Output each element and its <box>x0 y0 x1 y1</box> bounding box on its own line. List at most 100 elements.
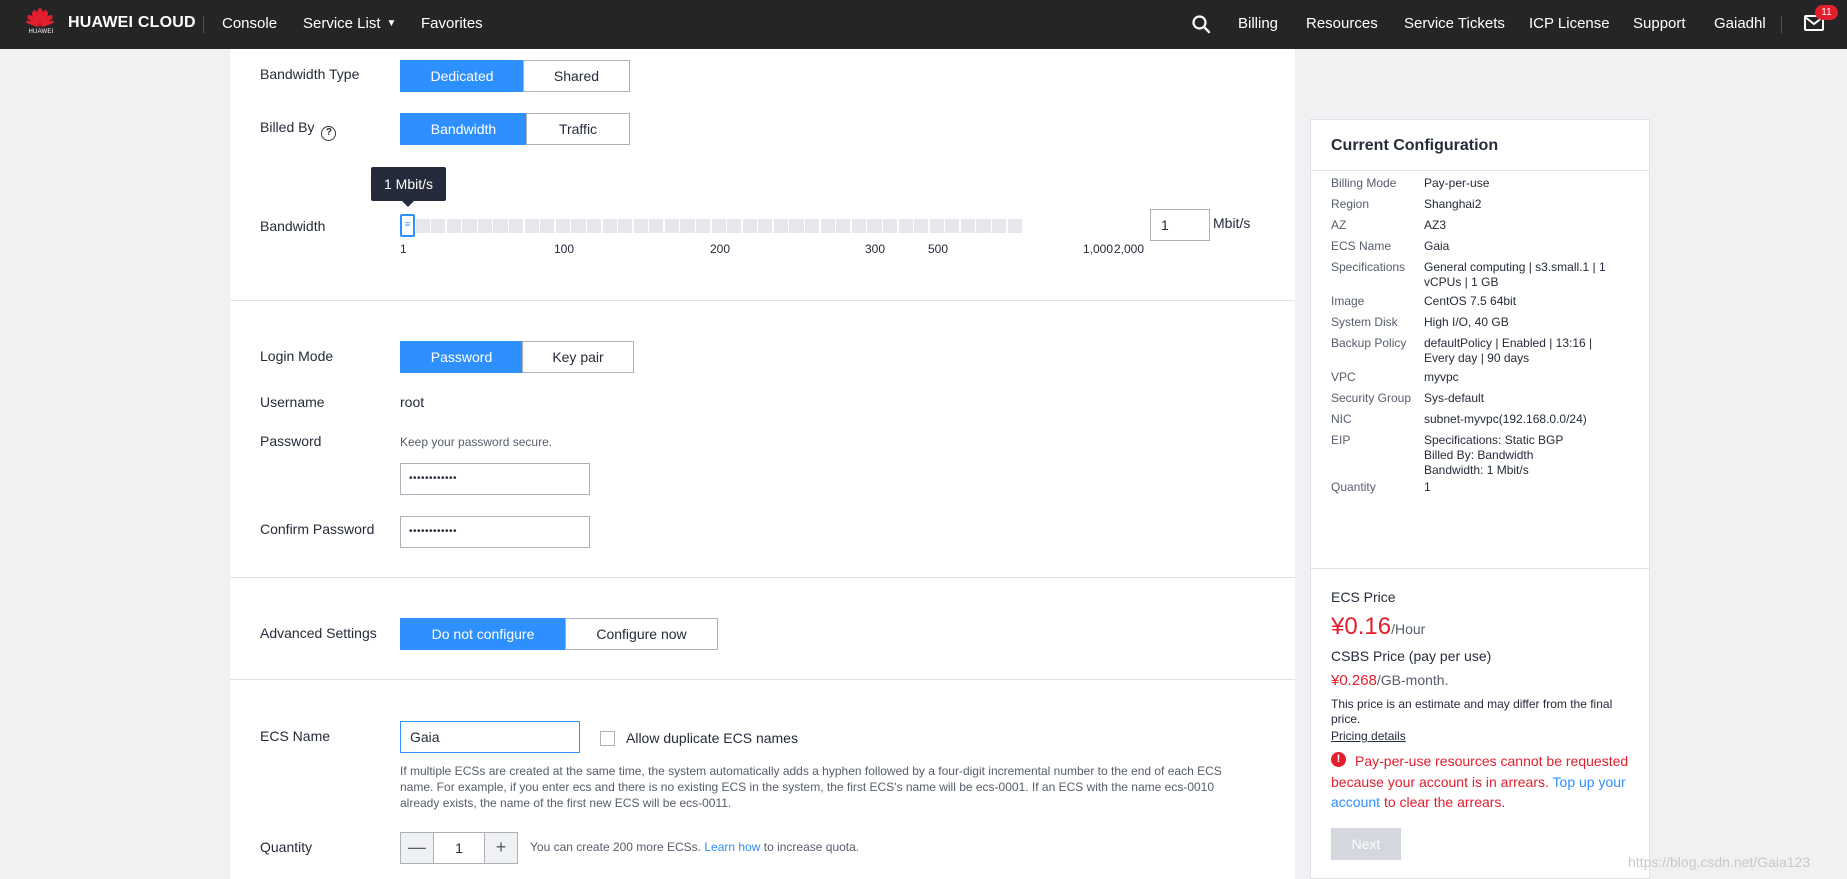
huawei-logo[interactable]: HUAWEI <box>26 8 56 40</box>
billed-by-traffic-button[interactable]: Traffic <box>526 113 630 145</box>
slider-segment[interactable] <box>649 219 664 233</box>
advanced-settings-selector: Do not configure Configure now <box>400 618 718 650</box>
nav-icp-license[interactable]: ICP License <box>1529 15 1610 32</box>
nav-service-list[interactable]: Service List ▼ <box>303 15 396 32</box>
slider-segment[interactable] <box>820 219 835 233</box>
slider-segment[interactable] <box>571 219 586 233</box>
slider-segment[interactable] <box>867 219 882 233</box>
nav-resources[interactable]: Resources <box>1306 15 1378 32</box>
logo-text: HUAWEI <box>28 29 54 35</box>
slider-segment[interactable] <box>477 219 493 233</box>
config-key: Quantity <box>1331 480 1376 494</box>
ecs-price-amount: ¥0.16 <box>1331 613 1392 640</box>
slider-segment[interactable] <box>602 219 617 233</box>
login-mode-password-button[interactable]: Password <box>400 341 523 373</box>
password-field[interactable]: •••••••••••• <box>400 463 590 495</box>
slider-segment[interactable] <box>509 219 524 233</box>
slider-segment[interactable] <box>618 219 633 233</box>
slider-segment[interactable] <box>914 219 929 233</box>
pricing-details-link[interactable]: Pricing details <box>1331 729 1406 743</box>
nav-favorites[interactable]: Favorites <box>421 15 483 32</box>
slider-segment[interactable] <box>555 219 570 233</box>
bandwidth-type-shared-button[interactable]: Shared <box>523 60 630 92</box>
nav-billing[interactable]: Billing <box>1238 15 1278 32</box>
slider-segment[interactable] <box>805 219 820 233</box>
configure-now-button[interactable]: Configure now <box>565 618 718 650</box>
next-button[interactable]: Next <box>1331 828 1401 860</box>
nav-support[interactable]: Support <box>1633 15 1686 32</box>
config-key: Security Group <box>1331 391 1412 405</box>
slider-segment[interactable] <box>836 219 851 233</box>
slider-segment[interactable] <box>695 219 711 233</box>
help-icon[interactable]: ? <box>321 126 337 141</box>
slider-segment[interactable] <box>882 219 898 233</box>
slider-segment[interactable] <box>742 219 757 233</box>
estimate-note: This price is an estimate and may differ… <box>1331 697 1613 726</box>
slider-segment[interactable] <box>633 219 648 233</box>
brand-name[interactable]: HUAWEI CLOUD <box>68 14 196 32</box>
quantity-value[interactable]: 1 <box>433 833 485 863</box>
slider-segment[interactable] <box>898 219 913 233</box>
nav-user-menu[interactable]: Gaiadhl <box>1714 15 1766 32</box>
bandwidth-unit: Mbit/s <box>1213 215 1251 231</box>
slider-segment[interactable] <box>446 219 461 233</box>
slider-segment[interactable] <box>929 219 944 233</box>
csbs-price: ¥0.268/GB-month. <box>1331 672 1448 690</box>
slider-segment[interactable] <box>945 219 960 233</box>
config-value: General computing | s3.small.1 | 1 vCPUs… <box>1424 260 1606 289</box>
slider-segment[interactable] <box>431 219 446 233</box>
ecs-name-input[interactable]: Gaia <box>400 721 580 753</box>
config-row: AZ AZ3 <box>1331 218 1631 233</box>
slider-segment[interactable] <box>991 219 1007 233</box>
slider-segment[interactable] <box>493 219 508 233</box>
mail-count-badge: 11 <box>1815 5 1838 20</box>
nav-service-tickets[interactable]: Service Tickets <box>1404 15 1505 32</box>
allow-duplicate-names-checkbox[interactable] <box>600 731 615 746</box>
nav-service-list-label: Service List <box>303 15 381 32</box>
slider-segment[interactable] <box>664 219 680 233</box>
bandwidth-type-dedicated-button[interactable]: Dedicated <box>400 60 524 92</box>
config-key: Region <box>1331 197 1370 211</box>
config-key: ECS Name <box>1331 239 1392 253</box>
bandwidth-slider-track[interactable] <box>400 219 1022 233</box>
billed-by-bandwidth-button[interactable]: Bandwidth <box>400 113 527 145</box>
bandwidth-input[interactable]: 1 <box>1150 209 1210 241</box>
slider-segment[interactable] <box>540 219 555 233</box>
do-not-configure-button[interactable]: Do not configure <box>400 618 566 650</box>
config-row: Security Group Sys-default <box>1331 391 1631 406</box>
quota-text: You can create 200 more ECSs. <box>530 840 701 854</box>
nav-divider <box>203 16 204 33</box>
slider-segment[interactable] <box>680 219 695 233</box>
slider-segment[interactable] <box>851 219 866 233</box>
config-value: myvpc <box>1424 370 1459 384</box>
slider-segment[interactable] <box>758 219 773 233</box>
csbs-price-unit: /GB-month. <box>1376 672 1449 688</box>
slider-segment[interactable] <box>727 219 742 233</box>
nav-console[interactable]: Console <box>222 15 277 32</box>
slider-segment[interactable] <box>711 219 726 233</box>
config-row: ECS Name Gaia <box>1331 239 1631 254</box>
slider-tick: 2,000 <box>1114 242 1145 256</box>
decrement-button[interactable]: — <box>401 833 433 863</box>
slider-segment[interactable] <box>789 219 804 233</box>
bandwidth-slider-handle[interactable]: ≡ <box>400 214 415 237</box>
slider-segment[interactable] <box>586 219 602 233</box>
slider-tick: 300 <box>865 242 886 256</box>
search-icon[interactable] <box>1191 14 1211 34</box>
config-value: High I/O, 40 GB <box>1424 315 1509 329</box>
slider-segment[interactable] <box>1007 219 1022 233</box>
slider-segment[interactable] <box>524 219 539 233</box>
confirm-password-field[interactable]: •••••••••••• <box>400 516 590 548</box>
bandwidth-type-selector: Dedicated Shared <box>400 60 630 92</box>
ecs-name-label: ECS Name <box>260 728 331 744</box>
login-mode-key-pair-button[interactable]: Key pair <box>522 341 634 373</box>
slider-segment[interactable] <box>976 219 991 233</box>
increment-button[interactable]: + <box>485 833 517 863</box>
slider-segment[interactable] <box>960 219 975 233</box>
slider-segment[interactable] <box>462 219 477 233</box>
slider-segment[interactable] <box>415 219 430 233</box>
slider-segment[interactable] <box>773 219 789 233</box>
config-row: System Disk High I/O, 40 GB <box>1331 315 1631 330</box>
learn-how-link[interactable]: Learn how <box>704 840 760 854</box>
section-divider <box>230 679 1295 680</box>
